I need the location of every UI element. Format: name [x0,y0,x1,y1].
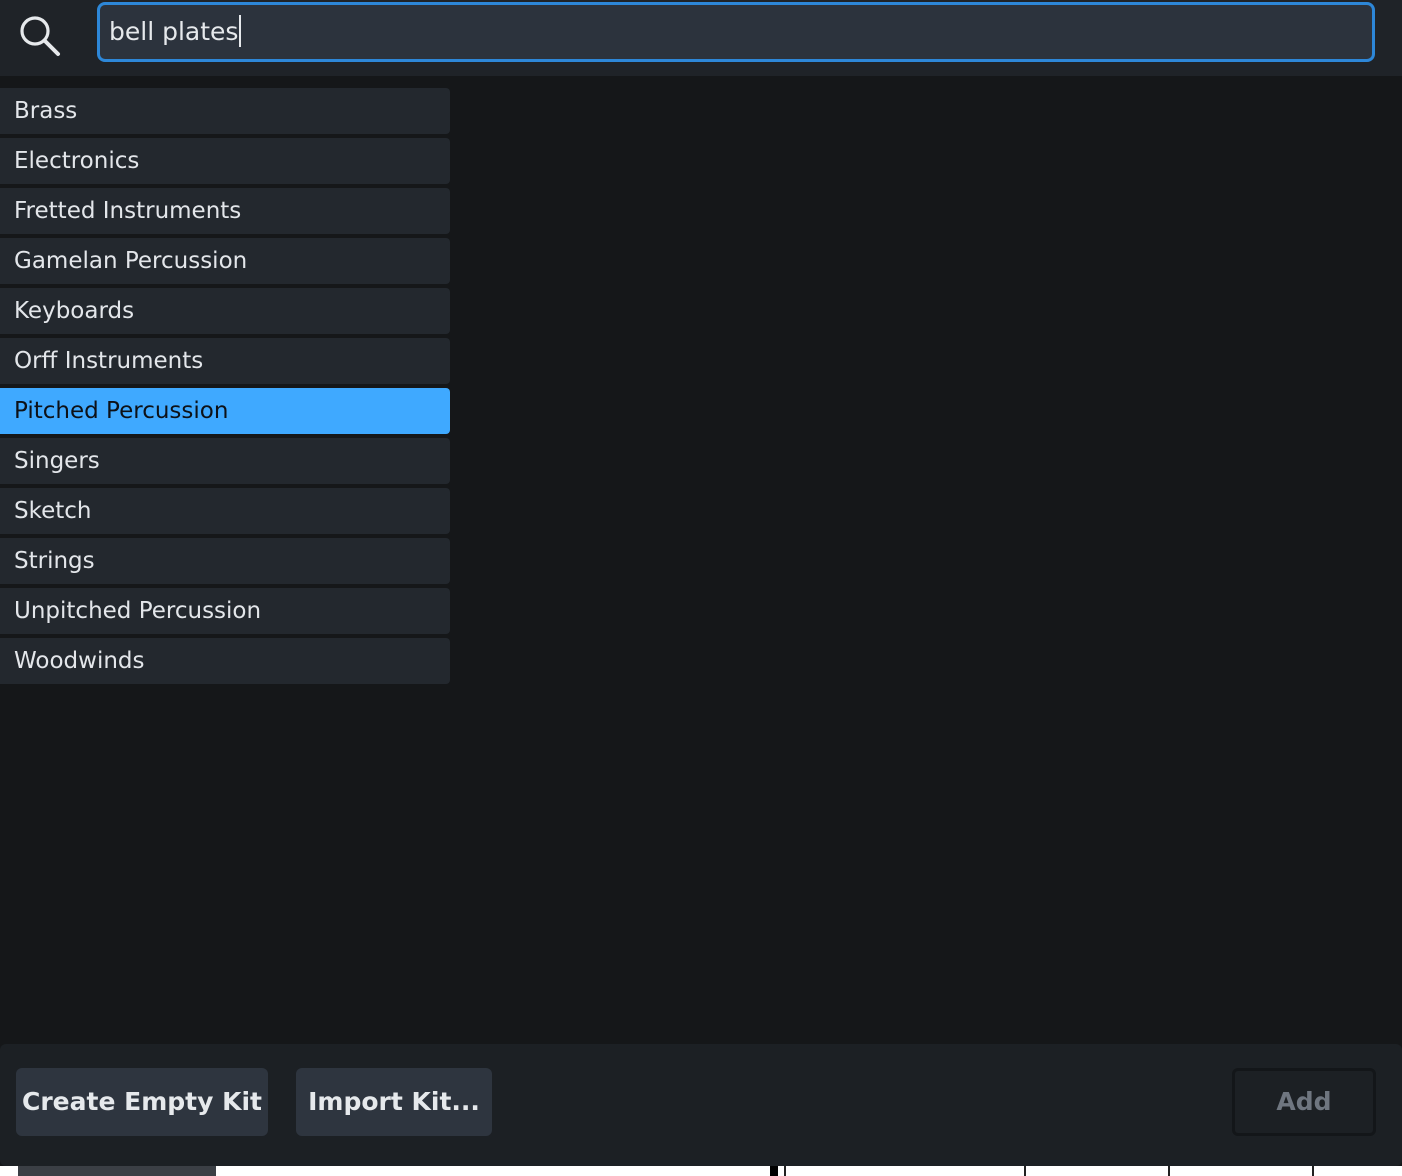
category-item-pitched-percussion[interactable]: Pitched Percussion [0,388,450,434]
barline [1024,1166,1026,1176]
create-empty-kit-button[interactable]: Create Empty Kit [16,1068,268,1136]
category-item-unpitched-percussion[interactable]: Unpitched Percussion [0,588,450,634]
barline [784,1166,786,1176]
instrument-picker-dialog: bell plates Brass Electronics Fretted In… [0,0,1402,1176]
search-input[interactable]: bell plates [97,2,1375,62]
category-item-singers[interactable]: Singers [0,438,450,484]
dialog-footer: Create Empty Kit Import Kit... Add [0,1044,1402,1166]
barline [1168,1166,1170,1176]
background-score-strip [0,1166,1402,1176]
category-item-strings[interactable]: Strings [0,538,450,584]
category-item-electronics[interactable]: Electronics [0,138,450,184]
add-button[interactable]: Add [1232,1068,1376,1136]
search-bar: bell plates [0,0,1402,76]
background-panel-edge [18,1166,216,1176]
category-item-woodwinds[interactable]: Woodwinds [0,638,450,684]
category-item-orff-instruments[interactable]: Orff Instruments [0,338,450,384]
barline [1312,1166,1314,1176]
text-caret [239,15,242,47]
search-icon [18,14,62,58]
category-item-gamelan-percussion[interactable]: Gamelan Percussion [0,238,450,284]
import-kit-button[interactable]: Import Kit... [296,1068,492,1136]
search-input-value: bell plates [109,17,239,46]
category-item-sketch[interactable]: Sketch [0,488,450,534]
category-item-keyboards[interactable]: Keyboards [0,288,450,334]
category-item-fretted-instruments[interactable]: Fretted Instruments [0,188,450,234]
category-item-brass[interactable]: Brass [0,88,450,134]
barline [770,1166,778,1176]
category-list: Brass Electronics Fretted Instruments Ga… [0,88,450,688]
